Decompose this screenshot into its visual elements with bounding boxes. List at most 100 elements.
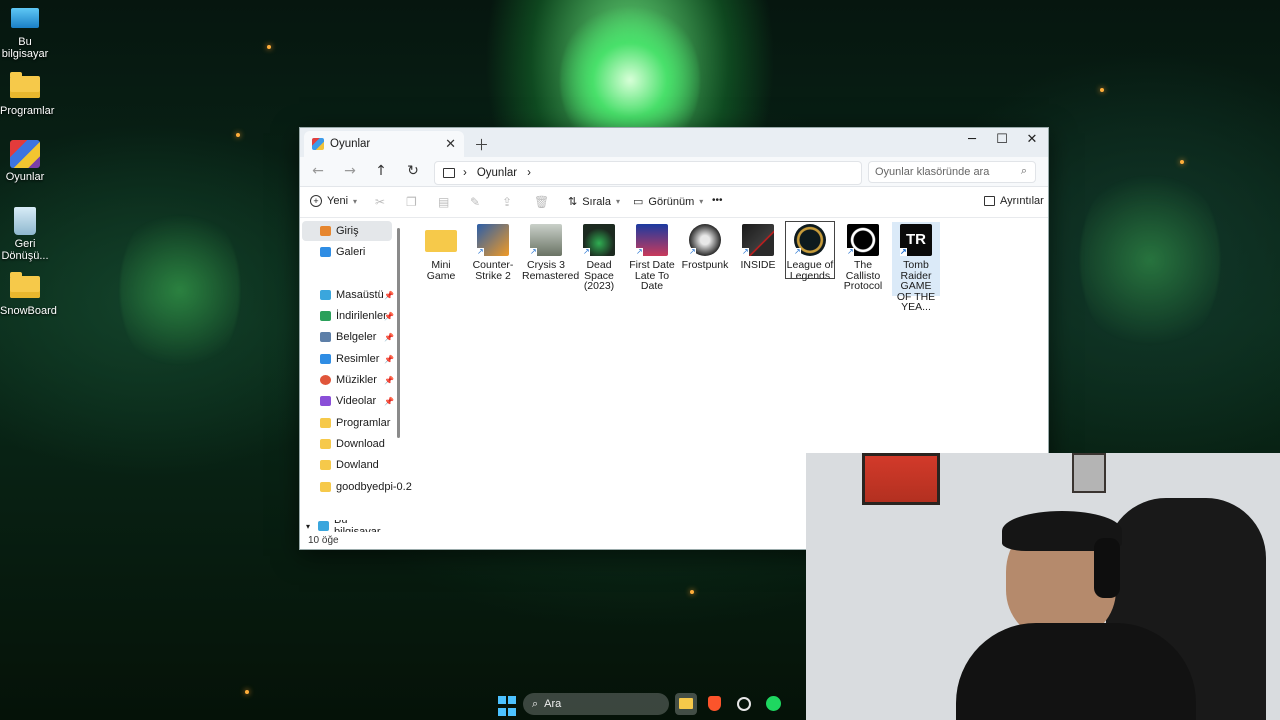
taskbar-steam[interactable]: [737, 693, 753, 715]
headphones-image: [1094, 538, 1120, 598]
sort-button[interactable]: ⇅ Sırala ▾: [568, 195, 620, 209]
pin-icon: 📌: [384, 332, 394, 342]
sidebar-item-label: Resimler: [336, 353, 380, 365]
close-button[interactable]: ✕: [1017, 132, 1047, 147]
pin-icon: 📌: [384, 396, 394, 406]
first-date-icon: ↗: [636, 224, 668, 256]
new-button[interactable]: + Yeni ▾: [310, 195, 357, 207]
shortcut-arrow-icon: ↗: [530, 247, 537, 256]
search-input[interactable]: Oyunlar klasöründe ara ⌕: [868, 161, 1036, 183]
details-pane-button[interactable]: Ayrıntılar: [984, 195, 1044, 207]
documents-icon: [320, 332, 331, 342]
chevron-down-icon: ▾: [353, 196, 358, 206]
sidebar-item-this-pc[interactable]: ▾ Bu bilgisayar: [302, 520, 392, 532]
refresh-icon[interactable]: ↻: [403, 163, 423, 179]
computer-icon: [318, 521, 330, 531]
webcam-overlay: [806, 453, 1280, 720]
file-item[interactable]: ↗ Dead Space (2023): [575, 222, 623, 292]
view-button[interactable]: ▭ Görünüm ▾: [633, 195, 703, 209]
sidebar-item-dowland[interactable]: Dowland: [302, 455, 392, 475]
new-label: Yeni: [327, 195, 349, 207]
taskbar-spotify[interactable]: [766, 693, 782, 715]
share-icon[interactable]: ⇪: [502, 195, 512, 209]
sidebar-item-belgeler[interactable]: Belgeler 📌: [302, 327, 394, 347]
file-item-hovered[interactable]: TR ↗ Tomb Raider GAME OF THE YEA...: [892, 222, 940, 312]
sidebar-item-masaustu[interactable]: Masaüstü 📌: [302, 285, 394, 305]
desktop-icon-programlar[interactable]: Programlar: [0, 72, 54, 117]
sidebar-item-label: Masaüstü: [336, 289, 384, 301]
desktop-icon-snowboard[interactable]: SnowBoard: [0, 272, 57, 317]
file-item[interactable]: ↗ The Callisto Protocol: [839, 222, 887, 292]
view-label: Görünüm: [648, 195, 695, 208]
poster-image: [862, 453, 940, 505]
taskbar-file-explorer[interactable]: [675, 693, 697, 715]
sidebar-item-goodbyedpi[interactable]: goodbyedpi-0.2: [302, 477, 412, 497]
sidebar-item-resimler[interactable]: Resimler 📌: [302, 349, 394, 369]
sidebar-item-muzikler[interactable]: Müzikler 📌: [302, 370, 394, 390]
rename-icon[interactable]: ✎: [470, 195, 480, 209]
forward-arrow-icon[interactable]: →: [340, 163, 360, 179]
start-button[interactable]: [498, 693, 516, 718]
desktop-icon-oyunlar[interactable]: Oyunlar: [0, 140, 50, 183]
sidebar-item-label: Belgeler: [336, 331, 377, 343]
music-icon: [320, 375, 331, 385]
file-item[interactable]: Mini Game: [417, 222, 465, 281]
taskbar-brave[interactable]: [708, 693, 724, 715]
file-item[interactable]: ↗ Counter-Strike 2: [469, 222, 517, 281]
maximize-button[interactable]: ☐: [987, 132, 1017, 147]
monitor-icon: [443, 168, 455, 178]
sidebar-item-programlar[interactable]: Programlar: [302, 413, 392, 433]
sidebar-item-videolar[interactable]: Videolar 📌: [302, 391, 394, 411]
pin-icon: 📌: [384, 375, 394, 385]
more-options-button[interactable]: •••: [712, 195, 723, 206]
file-item-selected[interactable]: ↗ League of Legends: [785, 221, 835, 281]
file-item[interactable]: ↗ Crysis 3 Remastered: [522, 222, 579, 281]
tab-oyunlar[interactable]: Oyunlar ✕: [304, 131, 464, 157]
sidebar-item-giris[interactable]: Giriş: [302, 221, 392, 241]
pin-icon: 📌: [384, 311, 394, 321]
minimize-button[interactable]: ─: [957, 132, 987, 147]
file-item[interactable]: ↗ First Date Late To Date: [628, 222, 676, 292]
file-label: The Callisto Protocol: [843, 259, 883, 292]
file-item[interactable]: ↗ Frostpunk: [681, 222, 729, 271]
cut-icon[interactable]: ✂: [375, 195, 385, 209]
wallpaper-glow: [1080, 160, 1220, 360]
sidebar-item-galeri[interactable]: Galeri: [302, 242, 392, 262]
sidebar-item-download[interactable]: Download: [302, 434, 392, 454]
desktop-icon-this-pc[interactable]: Bu bilgisayar: [0, 8, 50, 60]
winrar-icon: [10, 140, 40, 168]
sidebar-item-indirilenler[interactable]: İndirilenler 📌: [302, 306, 394, 326]
recycle-bin-icon: [14, 207, 36, 235]
plus-circle-icon: +: [310, 195, 322, 207]
back-arrow-icon[interactable]: ←: [308, 163, 328, 179]
videos-icon: [320, 396, 331, 406]
wallpaper-spark: [236, 133, 240, 137]
up-arrow-icon[interactable]: ↑: [371, 163, 391, 179]
wallpaper-glow: [120, 200, 240, 380]
spotify-icon: [766, 696, 781, 711]
inside-icon: ↗: [742, 224, 774, 256]
windows-logo-icon: [498, 708, 506, 716]
file-item[interactable]: ↗ INSIDE: [734, 222, 782, 271]
file-label: Tomb Raider GAME OF THE YEA...: [896, 259, 936, 313]
person-shirt-image: [956, 623, 1196, 720]
taskbar-search-placeholder: Ara: [544, 698, 562, 710]
sidebar-item-label: Galeri: [336, 246, 366, 258]
close-tab-icon[interactable]: ✕: [445, 136, 456, 152]
taskbar-search[interactable]: ⌕ Ara: [523, 693, 669, 715]
desktop-icon-recycle-bin[interactable]: Geri Dönüşü...: [0, 207, 50, 262]
breadcrumb-oyunlar[interactable]: Oyunlar: [477, 167, 517, 179]
details-label: Ayrıntılar: [1000, 195, 1044, 207]
file-label: League of Legends: [786, 259, 834, 282]
sidebar-scrollbar[interactable]: [397, 228, 400, 438]
status-item-count: 10 öğe: [308, 535, 339, 546]
crysis-icon: ↗: [530, 224, 562, 256]
chevron-right-icon: ›: [463, 167, 467, 179]
new-tab-button[interactable]: ＋: [474, 134, 489, 155]
delete-icon[interactable]: 🗑: [534, 195, 549, 209]
desktop-icon-label: Bu bilgisayar: [1, 36, 49, 60]
folder-tab-icon: [312, 138, 324, 150]
paste-icon[interactable]: ▤: [438, 195, 449, 209]
copy-icon[interactable]: ❐: [406, 195, 417, 209]
path-breadcrumb[interactable]: › Oyunlar ›: [434, 161, 862, 185]
